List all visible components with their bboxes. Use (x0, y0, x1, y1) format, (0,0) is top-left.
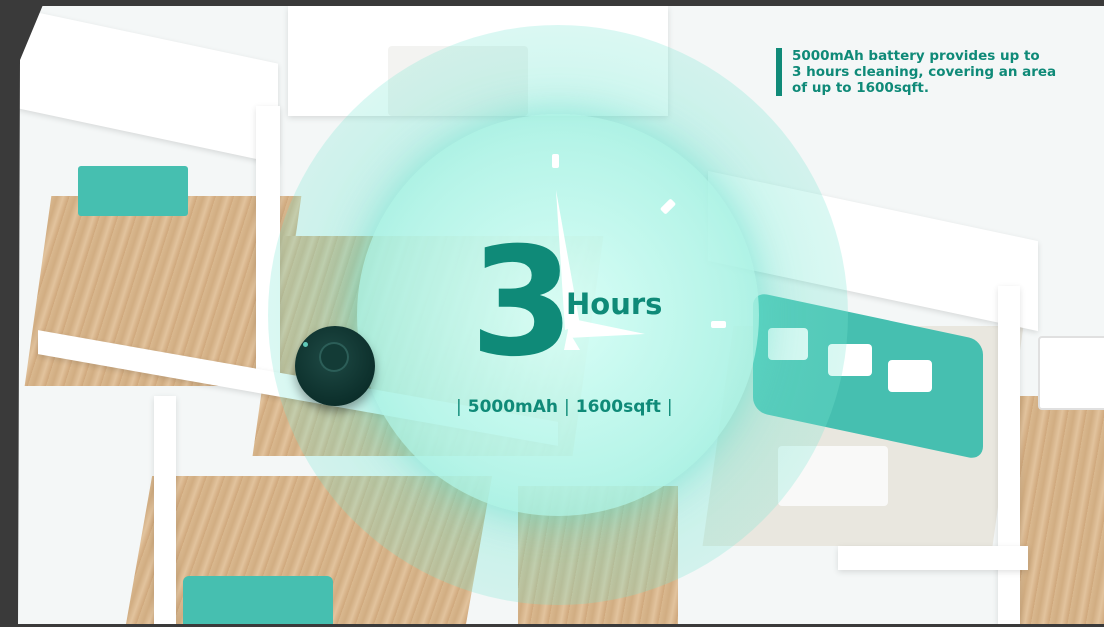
pillow-3 (888, 360, 932, 392)
clock-tick-12 (552, 154, 559, 168)
stat-area: 1600sqft (575, 397, 661, 417)
robot-lidar-icon (319, 342, 349, 372)
note-line: 5000mAh battery provides up to (792, 48, 1040, 64)
stat-battery: 5000mAh (467, 397, 559, 417)
stats-divider: | (666, 397, 673, 417)
balcony-railing (1038, 336, 1104, 410)
feature-note: 5000mAh battery provides up to 3 hours c… (776, 48, 1092, 96)
wall-right-edge (998, 286, 1020, 624)
wall-bottom-divider (154, 396, 176, 624)
clock-tick-3 (711, 321, 726, 328)
wall-top-left (18, 8, 278, 164)
hours-unit-label: Hours (566, 287, 663, 321)
note-line: 3 hours cleaning, covering an area (792, 64, 1057, 80)
stats-divider: | (456, 397, 462, 417)
note-line: of up to 1600sqft. (792, 80, 929, 96)
stats-divider: | (564, 397, 570, 417)
bed-bottom (183, 576, 333, 624)
wall-bottom-right (838, 546, 1028, 570)
robot-indicator-icon (303, 342, 308, 347)
robot-vacuum-icon (295, 326, 375, 406)
hours-number: 3 (470, 216, 574, 390)
cabinet-left (78, 166, 188, 216)
stats-row: | 5000mAh | 1600sqft | (450, 397, 679, 417)
